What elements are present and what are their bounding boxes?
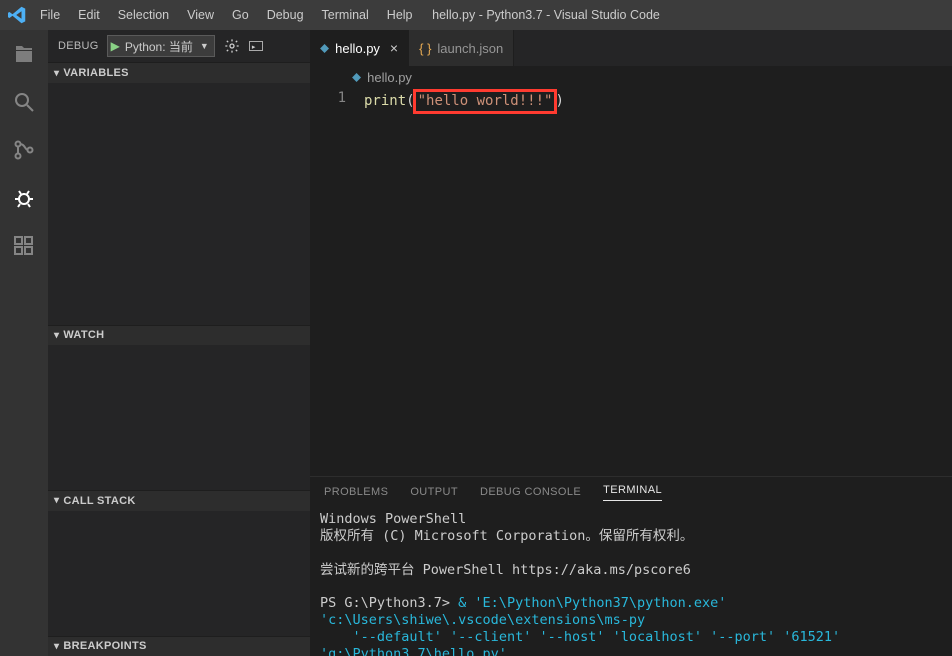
close-icon[interactable]: × bbox=[390, 40, 398, 56]
menu-go[interactable]: Go bbox=[224, 4, 257, 26]
vscode-logo-icon bbox=[8, 6, 26, 24]
panel-tab-problems[interactable]: PROBLEMS bbox=[324, 486, 388, 498]
activity-bar bbox=[0, 30, 48, 656]
panel-tab-output[interactable]: OUTPUT bbox=[410, 486, 458, 498]
debug-start-button[interactable]: ▶ Python: 当前 ▼ bbox=[107, 35, 215, 57]
terminal-line: 尝试新的跨平台 PowerShell https://aka.ms/pscore… bbox=[320, 562, 691, 578]
terminal[interactable]: Windows PowerShell 版权所有 (C) Microsoft Co… bbox=[310, 507, 952, 656]
code-string: "hello world!!!" bbox=[418, 93, 553, 109]
breadcrumb[interactable]: ⬥ hello.py bbox=[310, 66, 952, 88]
watch-section-body bbox=[48, 345, 310, 490]
debug-title-label: DEBUG bbox=[58, 40, 99, 52]
breakpoints-section-header[interactable]: ▾ BREAKPOINTS bbox=[48, 636, 310, 656]
menu-file[interactable]: File bbox=[32, 4, 68, 26]
play-icon: ▶ bbox=[111, 39, 120, 53]
tab-label: hello.py bbox=[335, 41, 380, 56]
title-bar: File Edit Selection View Go Debug Termin… bbox=[0, 0, 952, 30]
editor-tabs: ⬥ hello.py × { } launch.json bbox=[310, 30, 952, 66]
bottom-panel: PROBLEMS OUTPUT DEBUG CONSOLE TERMINAL W… bbox=[310, 476, 952, 656]
json-file-icon: { } bbox=[419, 41, 431, 56]
panel-tabs: PROBLEMS OUTPUT DEBUG CONSOLE TERMINAL bbox=[310, 477, 952, 507]
chevron-down-icon: ▾ bbox=[54, 330, 59, 341]
callstack-section-body bbox=[48, 511, 310, 636]
chevron-down-icon: ▾ bbox=[54, 68, 59, 79]
panel-tab-terminal[interactable]: TERMINAL bbox=[603, 484, 662, 501]
menu-edit[interactable]: Edit bbox=[70, 4, 108, 26]
menu-help[interactable]: Help bbox=[379, 4, 421, 26]
debug-header: DEBUG ▶ Python: 当前 ▼ ▸ bbox=[48, 30, 310, 62]
highlight-box: "hello world!!!" bbox=[413, 89, 558, 114]
watch-label: WATCH bbox=[63, 329, 104, 341]
menu-terminal[interactable]: Terminal bbox=[314, 4, 377, 26]
python-file-icon: ⬥ bbox=[320, 40, 329, 56]
extensions-icon[interactable] bbox=[10, 232, 38, 260]
callstack-label: CALL STACK bbox=[63, 495, 135, 507]
tab-label: launch.json bbox=[437, 41, 503, 56]
panel-tab-debugconsole[interactable]: DEBUG CONSOLE bbox=[480, 486, 581, 498]
debug-console-icon[interactable]: ▸ bbox=[249, 41, 263, 51]
explorer-icon[interactable] bbox=[10, 40, 38, 68]
variables-section-body bbox=[48, 83, 310, 325]
window-title: hello.py - Python3.7 - Visual Studio Cod… bbox=[432, 8, 660, 22]
source-control-icon[interactable] bbox=[10, 136, 38, 164]
chevron-down-icon: ▾ bbox=[54, 495, 59, 506]
tab-hello-py[interactable]: ⬥ hello.py × bbox=[310, 30, 409, 66]
variables-section-header[interactable]: ▾ VARIABLES bbox=[48, 62, 310, 82]
chevron-down-icon: ▼ bbox=[200, 41, 209, 51]
code-func: print bbox=[364, 93, 406, 109]
menu-debug[interactable]: Debug bbox=[259, 4, 312, 26]
debug-config-label: Python: 当前 bbox=[125, 38, 193, 55]
code-editor[interactable]: 1 print("hello world!!!") bbox=[310, 88, 952, 476]
terminal-command: '--default' '--client' '--host' 'localho… bbox=[320, 629, 848, 656]
terminal-prompt: PS G:\Python3.7> bbox=[320, 595, 458, 611]
terminal-line: Windows PowerShell bbox=[320, 511, 466, 527]
callstack-section-header[interactable]: ▾ CALL STACK bbox=[48, 490, 310, 510]
python-file-icon: ⬥ bbox=[352, 69, 361, 85]
code-line-1[interactable]: print("hello world!!!") bbox=[364, 90, 564, 476]
code-paren-close: ) bbox=[555, 93, 563, 109]
line-number-gutter: 1 bbox=[310, 90, 364, 476]
search-icon[interactable] bbox=[10, 88, 38, 116]
debug-icon[interactable] bbox=[10, 184, 38, 212]
breakpoints-label: BREAKPOINTS bbox=[63, 640, 146, 652]
chevron-down-icon: ▾ bbox=[54, 641, 59, 652]
debug-sidebar: DEBUG ▶ Python: 当前 ▼ ▸ ▾ VARIABLES ▾ WAT… bbox=[48, 30, 310, 656]
terminal-line: 版权所有 (C) Microsoft Corporation。保留所有权利。 bbox=[320, 528, 693, 544]
menu-bar: File Edit Selection View Go Debug Termin… bbox=[32, 4, 421, 26]
watch-section-header[interactable]: ▾ WATCH bbox=[48, 325, 310, 345]
gear-icon[interactable] bbox=[223, 37, 241, 55]
menu-view[interactable]: View bbox=[179, 4, 222, 26]
line-number: 1 bbox=[310, 90, 346, 106]
breadcrumb-label: hello.py bbox=[367, 70, 412, 85]
tab-launch-json[interactable]: { } launch.json bbox=[409, 30, 514, 66]
menu-selection[interactable]: Selection bbox=[110, 4, 177, 26]
variables-label: VARIABLES bbox=[63, 67, 128, 79]
